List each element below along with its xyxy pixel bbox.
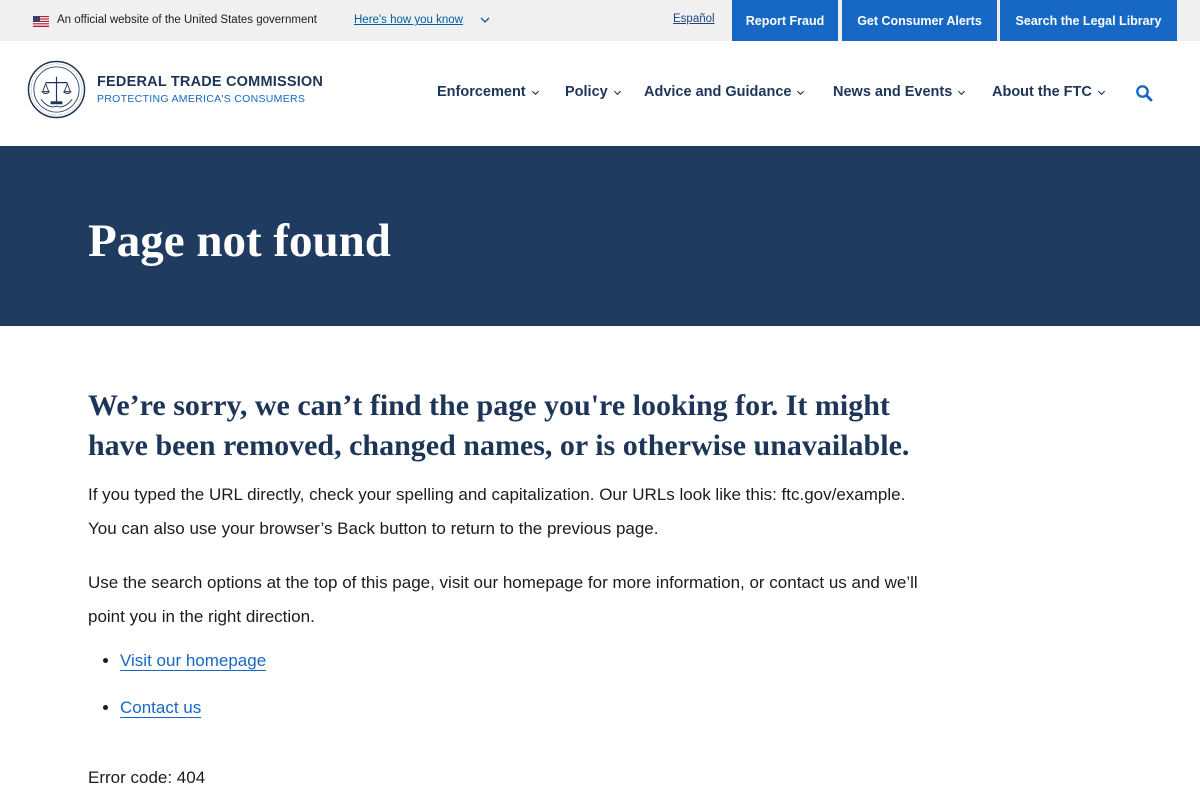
list-item: Visit our homepage: [120, 648, 918, 673]
homepage-link[interactable]: Visit our homepage: [120, 651, 267, 671]
main-content: We’re sorry, we can’t find the page you'…: [88, 386, 918, 742]
help-links-list: Visit our homepage Contact us: [88, 648, 918, 720]
list-item: Contact us: [120, 695, 918, 720]
page-title: Page not found: [88, 215, 391, 267]
logo-subtitle[interactable]: PROTECTING AMERICA'S CONSUMERS: [97, 93, 305, 105]
chevron-down-icon: [958, 90, 966, 95]
nav-about-ftc[interactable]: About the FTC: [992, 84, 1106, 100]
us-flag-icon: [33, 16, 49, 27]
nav-policy[interactable]: Policy: [565, 84, 622, 100]
chevron-down-icon: [613, 90, 621, 95]
paragraph-search-help: Use the search options at the top of thi…: [88, 573, 918, 626]
contact-us-link[interactable]: Contact us: [120, 698, 202, 718]
error-code: Error code: 404: [88, 768, 206, 787]
nav-label: Enforcement: [437, 84, 526, 100]
ftc-seal-logo[interactable]: [27, 60, 86, 119]
lead-heading: We’re sorry, we can’t find the page you'…: [88, 389, 910, 462]
chevron-down-icon[interactable]: [480, 14, 490, 26]
nav-news-events[interactable]: News and Events: [833, 84, 966, 100]
nav-label: News and Events: [833, 84, 953, 100]
chevron-down-icon: [1097, 90, 1105, 95]
nav-label: Advice and Guidance: [644, 84, 792, 100]
nav-advice-guidance[interactable]: Advice and Guidance: [644, 84, 805, 100]
hero-banner: Page not found: [0, 146, 1200, 326]
espanol-link[interactable]: Español: [673, 13, 715, 25]
chevron-down-icon: [797, 90, 805, 95]
paragraph-url-help: If you typed the URL directly, check you…: [88, 485, 906, 538]
nav-label: About the FTC: [992, 84, 1092, 100]
search-icon[interactable]: [1135, 84, 1153, 102]
logo-title[interactable]: FEDERAL TRADE COMMISSION: [97, 74, 323, 90]
consumer-alerts-button[interactable]: Get Consumer Alerts: [842, 0, 997, 41]
gov-banner: An official website of the United States…: [0, 0, 1200, 41]
nav-enforcement[interactable]: Enforcement: [437, 84, 540, 100]
how-you-know-link[interactable]: Here's how you know: [354, 14, 463, 26]
legal-library-button[interactable]: Search the Legal Library: [1000, 0, 1177, 41]
site-header: FEDERAL TRADE COMMISSION PROTECTING AMER…: [0, 41, 1200, 146]
report-fraud-button[interactable]: Report Fraud: [732, 0, 838, 41]
gov-banner-text: An official website of the United States…: [57, 14, 317, 26]
nav-label: Policy: [565, 84, 608, 100]
chevron-down-icon: [531, 90, 539, 95]
